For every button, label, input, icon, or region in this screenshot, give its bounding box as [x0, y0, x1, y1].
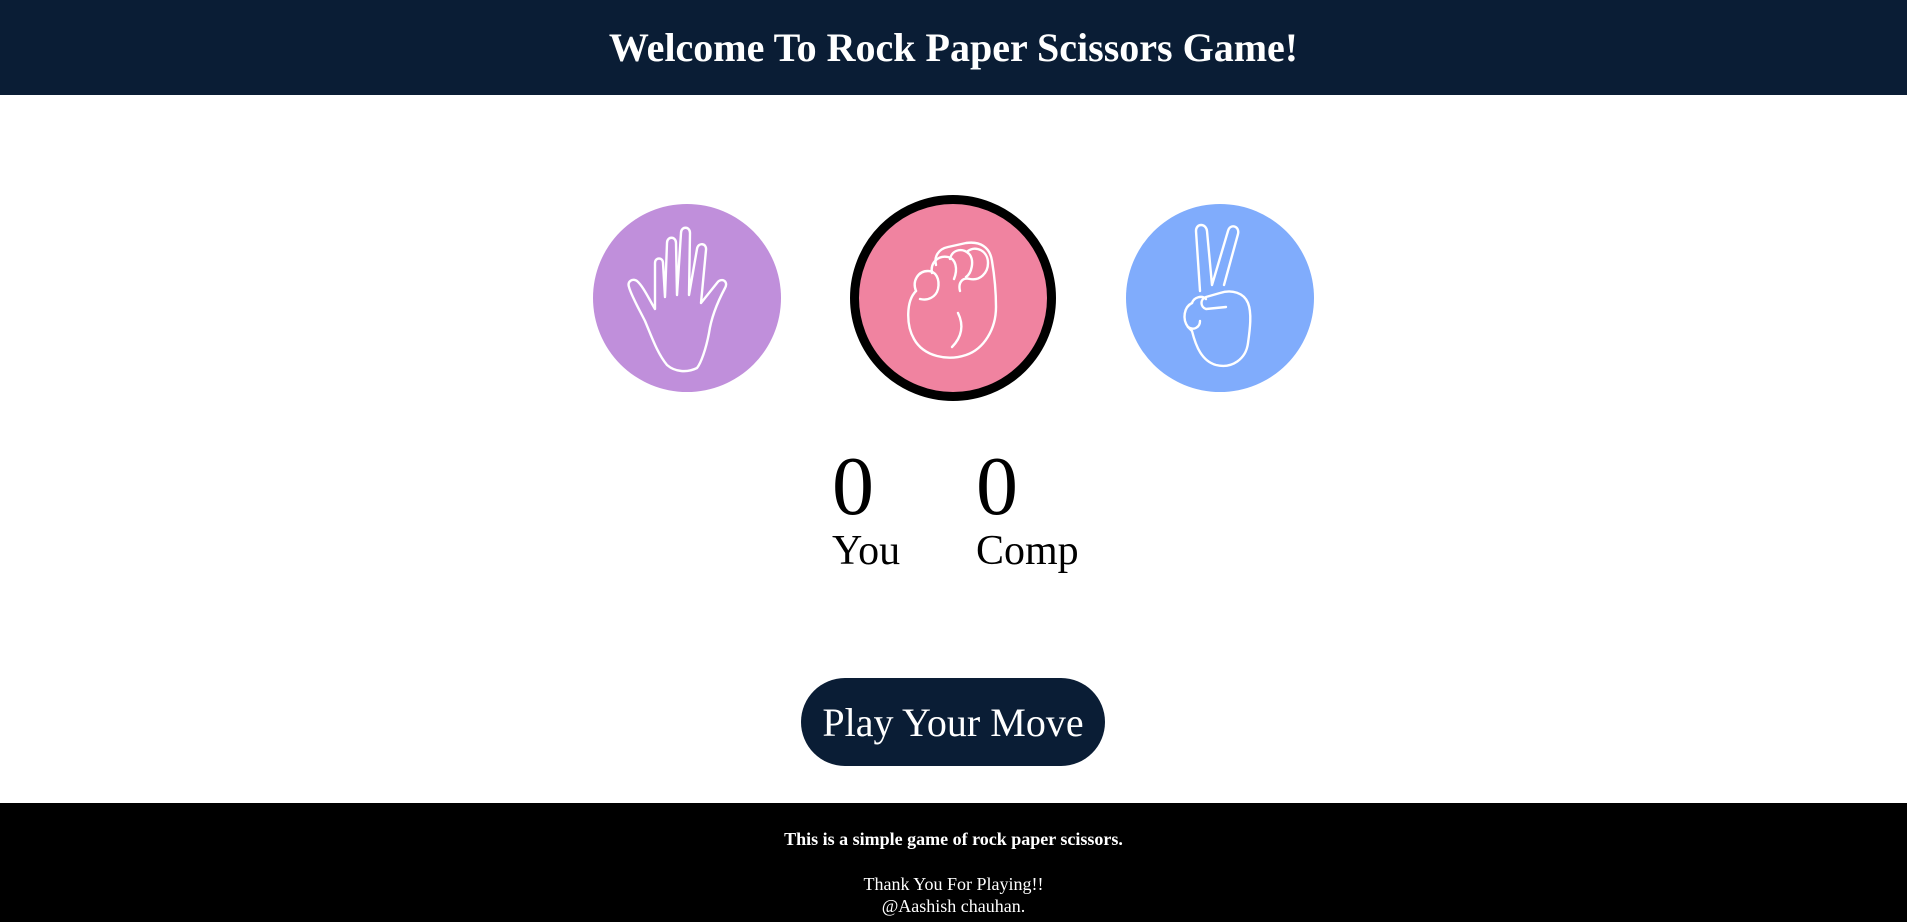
peace-sign-icon	[1183, 223, 1252, 368]
choice-scissors-button[interactable]	[1126, 204, 1314, 392]
open-hand-icon	[627, 226, 728, 373]
choice-paper-button[interactable]	[593, 204, 781, 392]
comp-score-label: Comp	[976, 528, 1079, 574]
choice-rock-button[interactable]	[850, 195, 1056, 401]
user-score: 0 You	[832, 440, 900, 574]
comp-score: 0 Comp	[976, 440, 1079, 574]
user-score-value: 0	[832, 440, 874, 533]
user-score-label: You	[832, 528, 901, 574]
page-title: Welcome To Rock Paper Scissors Game!	[608, 25, 1299, 70]
page-header: Welcome To Rock Paper Scissors Game!	[0, 0, 1907, 95]
page-footer: This is a simple game of rock paper scis…	[0, 803, 1907, 922]
fist-icon	[907, 241, 998, 359]
footer-description: This is a simple game of rock paper scis…	[784, 829, 1123, 849]
play-your-move-button[interactable]: Play Your Move	[801, 678, 1105, 766]
footer-thanks: Thank You For Playing!!	[863, 874, 1044, 894]
footer-author: @Aashish chauhan.	[881, 896, 1026, 916]
comp-score-value: 0	[976, 440, 1018, 533]
